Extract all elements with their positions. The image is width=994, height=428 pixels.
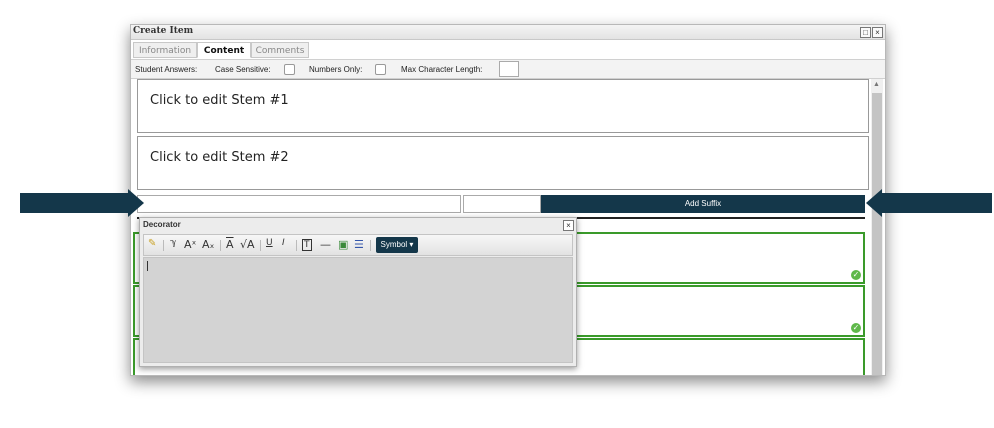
superscript-icon[interactable]: Aˣ <box>184 238 196 251</box>
numbers-only-checkbox[interactable] <box>375 64 386 75</box>
text-caret <box>147 261 148 271</box>
check-icon: ✓ <box>851 323 861 333</box>
tab-information[interactable]: Information <box>133 42 197 58</box>
tab-content[interactable]: Content <box>197 42 251 58</box>
decorator-close-button[interactable]: × <box>563 220 574 231</box>
list-icon[interactable]: ☰ <box>354 238 364 251</box>
italic-icon[interactable]: I <box>282 238 285 248</box>
toolbar-separator <box>163 240 164 251</box>
suffix-input[interactable] <box>463 195 541 213</box>
case-sensitive-checkbox[interactable] <box>284 64 295 75</box>
numbers-only-label: Numbers Only: <box>309 65 363 74</box>
student-answers-label: Student Answers: <box>135 65 198 74</box>
prefix-input[interactable] <box>137 195 461 213</box>
right-pointing-arrow-icon <box>128 189 144 217</box>
options-bar: Student Answers: Case Sensitive: Numbers… <box>131 59 885 79</box>
sqrt-icon[interactable]: √A <box>240 238 255 251</box>
add-suffix-button[interactable]: Add Suffix <box>541 195 865 213</box>
subscript-icon[interactable]: Aₓ <box>202 238 214 251</box>
decorator-panel: Decorator × ✎ ℽ Aˣ Aₓ A √A U I T — ▣ ☰ S… <box>139 217 577 367</box>
left-pointing-arrow-icon <box>866 189 882 217</box>
right-arrow-shaft <box>882 193 992 213</box>
left-arrow-shaft <box>20 193 128 213</box>
tab-comments[interactable]: Comments <box>251 42 309 58</box>
restore-button[interactable]: □ <box>860 27 871 38</box>
edit-icon[interactable]: ✎ <box>148 238 156 249</box>
symbol-dropdown[interactable]: Symbol ▾ <box>376 237 418 253</box>
scrollbar-thumb[interactable] <box>872 93 882 375</box>
stem-1[interactable]: Click to edit Stem #1 <box>137 79 869 133</box>
horizontal-line-icon[interactable]: — <box>320 238 331 251</box>
scroll-up-icon[interactable]: ▲ <box>873 81 880 88</box>
underline-icon[interactable]: U <box>266 238 273 248</box>
stem-2[interactable]: Click to edit Stem #2 <box>137 136 869 190</box>
case-sensitive-label: Case Sensitive: <box>215 65 271 74</box>
create-item-window: Create Item □ × Information Content Comm… <box>130 24 886 376</box>
max-length-input[interactable] <box>499 61 519 77</box>
close-button[interactable]: × <box>872 27 883 38</box>
scrollbar[interactable]: ▲ <box>871 79 883 375</box>
check-icon: ✓ <box>851 270 861 280</box>
window-title: Create Item <box>133 26 194 36</box>
title-bar: Create Item □ × <box>131 25 885 40</box>
decorator-title: Decorator <box>143 220 181 229</box>
decorator-edit-area[interactable] <box>143 257 573 363</box>
textbox-icon[interactable]: T <box>302 239 312 251</box>
toolbar-separator <box>220 240 221 251</box>
max-length-label: Max Character Length: <box>401 65 483 74</box>
decorator-toolbar: ✎ ℽ Aˣ Aₓ A √A U I T — ▣ ☰ Symbol ▾ <box>143 234 573 256</box>
stem-1-text: Click to edit Stem #1 <box>150 93 289 108</box>
spellcheck-icon[interactable]: ℽ <box>170 238 177 248</box>
toolbar-separator <box>260 240 261 251</box>
stem-2-text: Click to edit Stem #2 <box>150 150 289 165</box>
image-icon[interactable]: ▣ <box>338 238 348 251</box>
overline-icon[interactable]: A <box>226 238 234 251</box>
toolbar-separator <box>296 240 297 251</box>
toolbar-separator <box>370 240 371 251</box>
